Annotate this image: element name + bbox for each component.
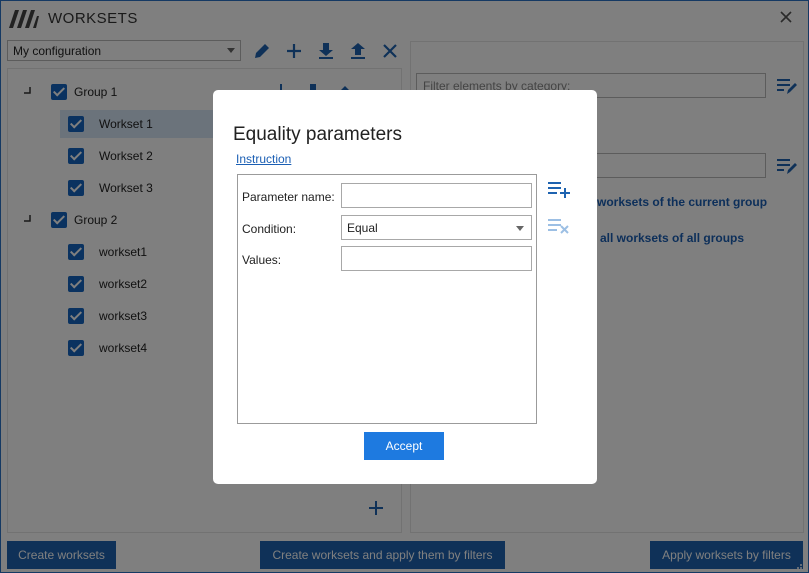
instruction-link[interactable]: Instruction	[236, 152, 291, 166]
accept-button[interactable]: Accept	[364, 432, 444, 460]
parameters-box: Parameter name: Condition: Equal Values:	[237, 174, 537, 424]
equality-parameters-dialog: Equality parameters Instruction Paramete…	[213, 90, 597, 484]
parameter-name-label: Parameter name:	[242, 190, 335, 204]
chevron-down-icon	[516, 226, 524, 231]
values-label: Values:	[242, 253, 282, 267]
parameter-name-input[interactable]	[341, 183, 532, 208]
add-parameter-icon[interactable]	[547, 179, 571, 199]
condition-label: Condition:	[242, 222, 297, 236]
values-input[interactable]	[341, 246, 532, 271]
condition-value: Equal	[347, 220, 378, 235]
remove-parameter-icon[interactable]	[547, 216, 571, 236]
dialog-title: Equality parameters	[233, 124, 402, 145]
condition-select[interactable]: Equal	[341, 215, 532, 240]
